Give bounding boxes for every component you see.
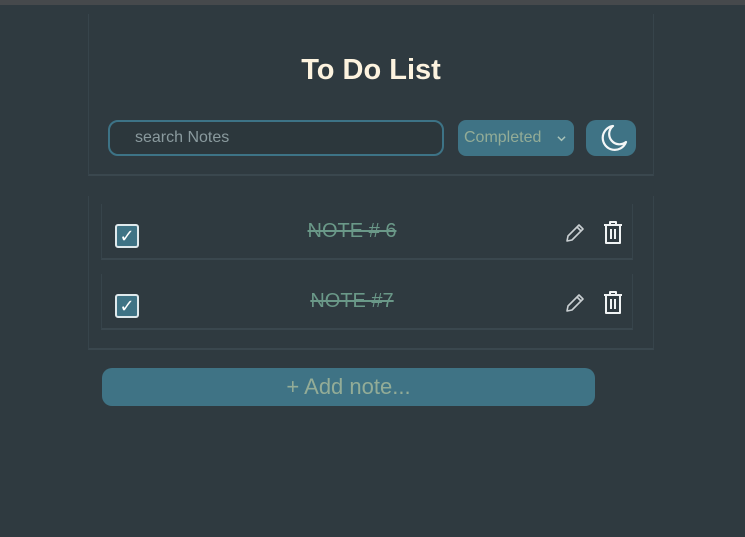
note-checkbox[interactable]: ✓ — [115, 294, 139, 318]
status-filter-value: Completed — [464, 129, 542, 146]
header-panel: To Do List Completed — [88, 14, 654, 176]
search-input[interactable] — [108, 120, 444, 156]
chevron-down-icon — [557, 136, 566, 142]
trash-icon[interactable] — [602, 290, 624, 316]
note-label: NOTE # 6 — [307, 220, 397, 242]
pencil-icon[interactable] — [563, 221, 587, 245]
note-checkbox[interactable]: ✓ — [115, 224, 139, 248]
page-title: To Do List — [301, 54, 441, 86]
list-item: ✓ NOTE #7 — [101, 274, 633, 330]
window-top-bar — [0, 0, 745, 5]
list-item: ✓ NOTE # 6 — [101, 204, 633, 260]
trash-icon[interactable] — [602, 220, 624, 246]
status-filter-select[interactable]: Completed — [458, 120, 574, 156]
add-note-button[interactable]: + Add note... — [102, 368, 595, 406]
moon-icon — [601, 124, 628, 151]
notes-list: ✓ NOTE # 6 ✓ NOTE #7 — [88, 196, 654, 350]
theme-toggle-button[interactable] — [586, 120, 636, 156]
pencil-icon[interactable] — [563, 291, 587, 315]
note-label: NOTE #7 — [310, 290, 394, 312]
